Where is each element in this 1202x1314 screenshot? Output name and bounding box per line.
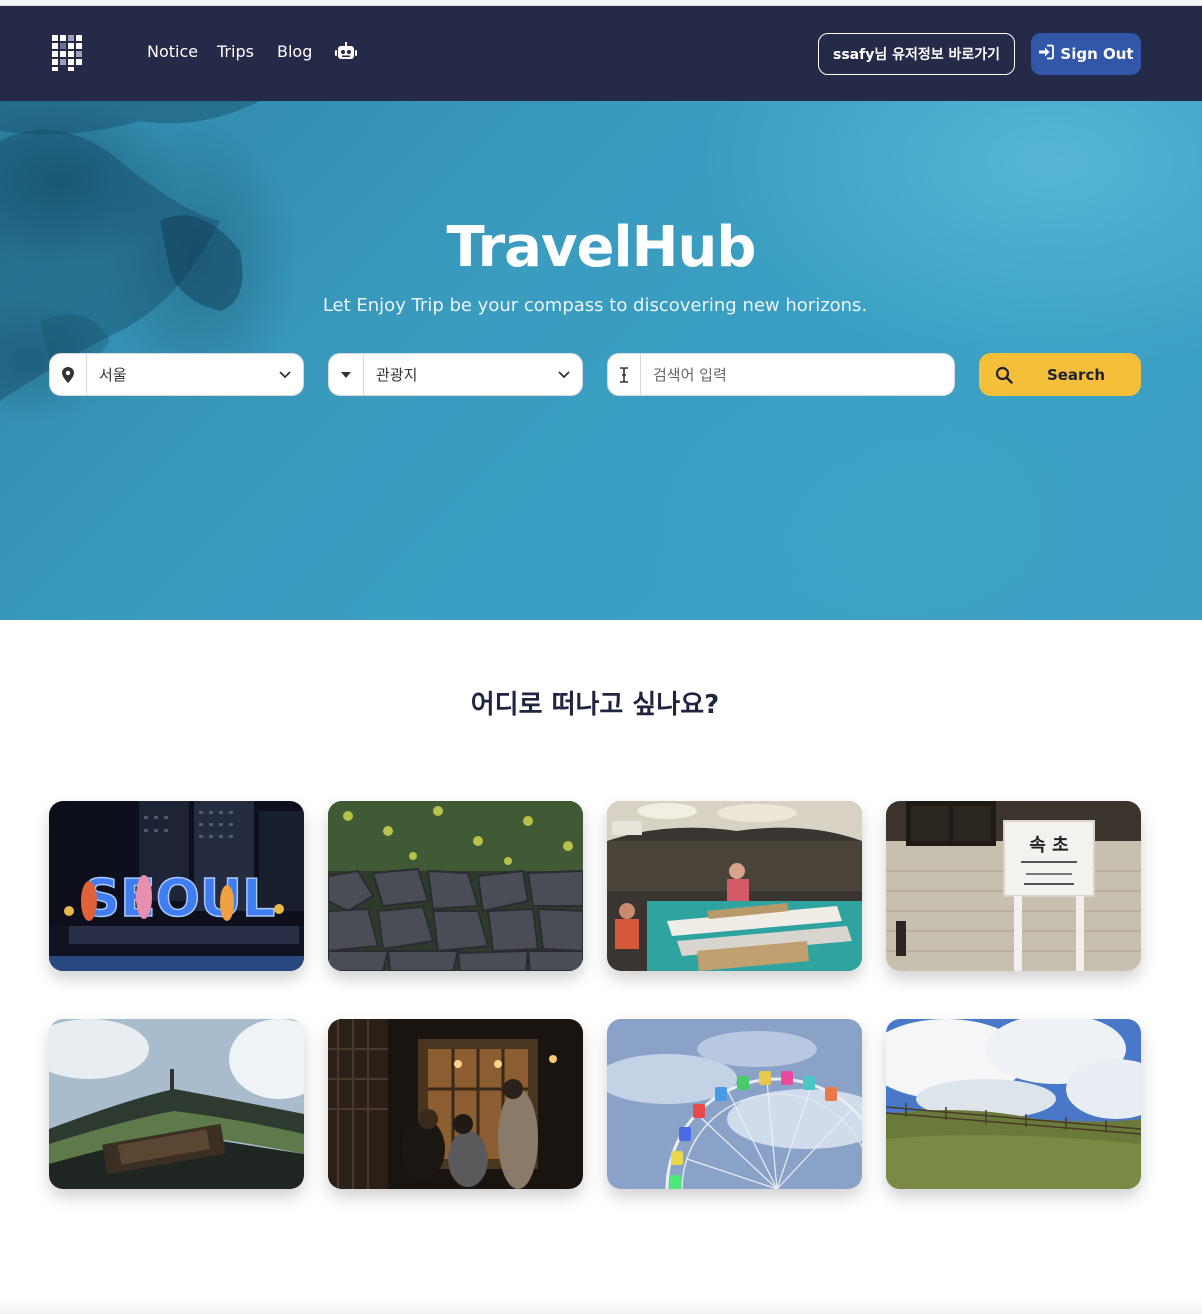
search-input[interactable] <box>641 354 954 395</box>
search-button[interactable]: Search <box>979 353 1141 396</box>
destination-card-grassy-hill[interactable] <box>886 1019 1141 1189</box>
category-select[interactable]: 관광지 <box>328 353 583 396</box>
destination-image: SEOUL <box>49 801 304 971</box>
destination-card-jeju[interactable] <box>328 801 583 971</box>
user-profile-button[interactable]: ssafy님 유저정보 바로가기 <box>818 33 1015 75</box>
hero-subtitle: Let Enjoy Trip be your compass to discov… <box>322 295 868 316</box>
sign-out-button[interactable]: Sign Out <box>1031 33 1141 75</box>
region-select-value: 서울 <box>99 366 127 384</box>
destination-image <box>886 1019 1141 1189</box>
category-select-value: 관광지 <box>376 366 418 384</box>
hero-title: TravelHub <box>446 215 757 280</box>
destination-image <box>607 801 862 971</box>
destination-card-seoul[interactable]: SEOUL <box>49 801 304 971</box>
sign-in-arrow-icon <box>1038 44 1055 64</box>
nav-link-notice[interactable]: Notice <box>147 42 198 61</box>
travelhub-logo[interactable] <box>50 33 86 73</box>
sign-out-label: Sign Out <box>1060 45 1134 63</box>
sokcho-sign-text: 속 초 <box>1029 835 1068 856</box>
chevron-down-icon <box>267 370 303 379</box>
caret-down-icon <box>329 354 364 395</box>
destination-image <box>607 1019 862 1189</box>
region-select[interactable]: 서울 <box>49 353 304 396</box>
navbar: Notice Trips Blog ssafy님 유저정보 바로가기 Sign … <box>0 6 1202 101</box>
nav-link-blog[interactable]: Blog <box>277 42 312 61</box>
hero-banner: TravelHub Let Enjoy Trip be your compass… <box>0 101 1202 620</box>
destinations-heading: 어디로 떠나고 싶나요? <box>470 690 720 720</box>
search-icon <box>979 366 1029 384</box>
map-pin-icon <box>50 354 87 395</box>
robot-icon[interactable] <box>335 42 357 62</box>
destination-image <box>328 801 583 971</box>
seoul-sign-text: SEOUL <box>83 869 276 929</box>
page-bottom-edge <box>0 1300 1202 1314</box>
destination-card-night-alley[interactable] <box>328 1019 583 1189</box>
nav-link-trips[interactable]: Trips <box>217 42 254 61</box>
destination-card-palace[interactable] <box>49 1019 304 1189</box>
destination-card-ferris-wheel[interactable] <box>607 1019 862 1189</box>
destination-image: 속 초 <box>886 801 1141 971</box>
text-cursor-icon <box>608 354 641 395</box>
search-button-label: Search <box>1046 365 1106 384</box>
destination-card-sokcho[interactable]: 속 초 <box>886 801 1141 971</box>
chevron-down-icon <box>546 370 582 379</box>
destination-image <box>328 1019 583 1189</box>
destination-card-market[interactable] <box>607 801 862 971</box>
keyword-search-field[interactable] <box>607 353 955 396</box>
destination-image <box>49 1019 304 1189</box>
